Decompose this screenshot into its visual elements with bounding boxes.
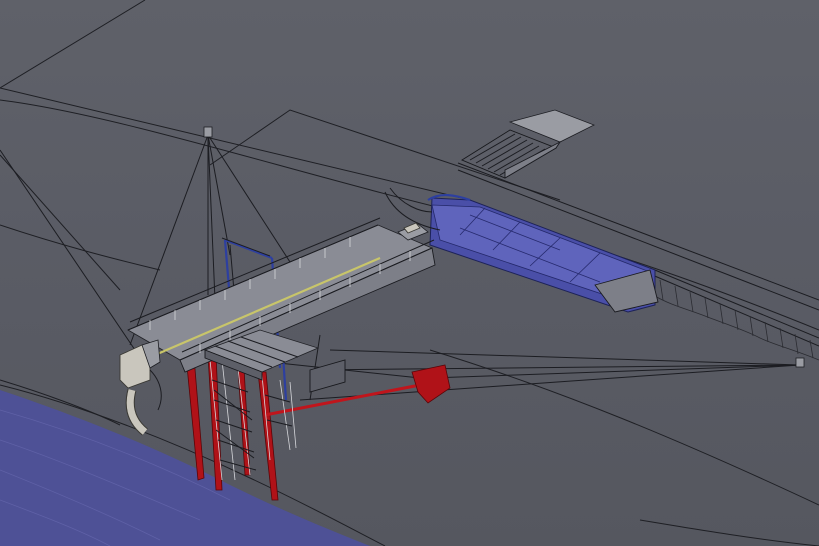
anchor-post [795,357,805,368]
scene-3d-render [0,0,819,546]
cad-viewport[interactable] [0,0,819,546]
access-tower [209,359,297,481]
hopper-icon [461,109,595,179]
water-surface [0,390,370,546]
ship-loader-icon [119,339,162,436]
